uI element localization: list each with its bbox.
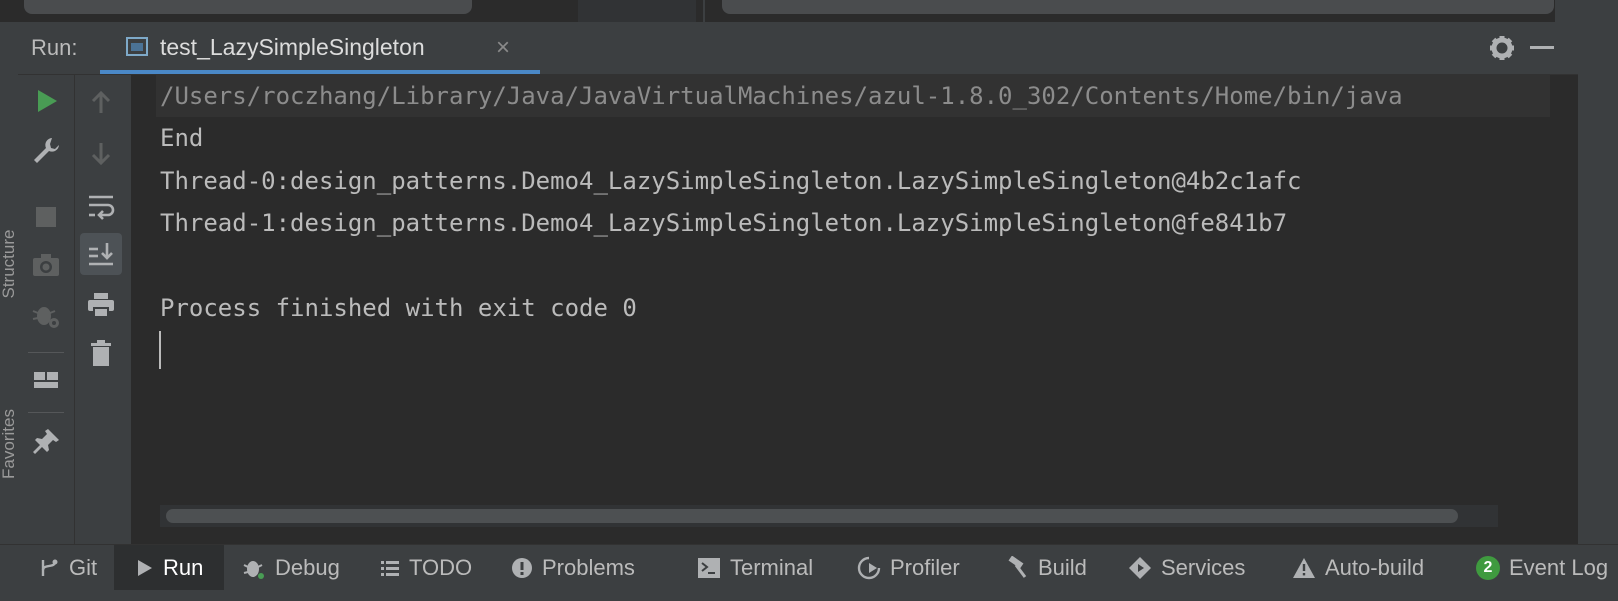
- event-log-badge: 2: [1476, 555, 1500, 580]
- layout-icon[interactable]: [30, 364, 62, 396]
- left-tool-stripe: Structure Favorites: [0, 22, 19, 544]
- pin-icon[interactable]: [30, 426, 62, 458]
- tool-tab-label: Git: [69, 554, 98, 580]
- tab-close-icon[interactable]: ×: [496, 34, 510, 62]
- tool-tab-label: Debug: [275, 554, 340, 580]
- scroll-to-end-icon: [89, 243, 113, 266]
- run-toolbar-secondary: [75, 75, 132, 544]
- arrow-up-icon[interactable]: [85, 87, 117, 119]
- tab-title: test_LazySimpleSingleton: [160, 34, 425, 60]
- gear-icon[interactable]: [1488, 34, 1516, 62]
- tool-tab-label: Terminal: [730, 554, 814, 580]
- console-output[interactable]: /Users/roczhang/Library/Java/JavaVirtual…: [132, 75, 1550, 524]
- wrench-icon[interactable]: [30, 135, 62, 167]
- right-tool-stripe: [1578, 22, 1618, 544]
- terminal-icon: [698, 557, 720, 578]
- tool-tab-label: TODO: [409, 554, 473, 580]
- toolbar-separator: [28, 412, 64, 413]
- console-line: /Users/roczhang/Library/Java/JavaVirtual…: [160, 82, 1403, 110]
- active-tab-indicator: [100, 70, 540, 74]
- tool-tab-auto-build[interactable]: Auto-build: [1292, 545, 1424, 590]
- run-toolbar-primary: [18, 75, 75, 544]
- console-line: Thread-1:design_patterns.Demo4_LazySimpl…: [160, 209, 1288, 237]
- arrow-down-icon[interactable]: [85, 137, 117, 169]
- tab-test-lazy-simple-singleton[interactable]: test_LazySimpleSingleton ×: [100, 22, 540, 74]
- run-panel-header: Run: test_LazySimpleSingleton ×: [18, 22, 1578, 75]
- tool-tab-label: Build: [1038, 554, 1087, 580]
- trash-icon[interactable]: [85, 337, 117, 369]
- play-icon: [138, 559, 152, 576]
- scroll-to-end-toggle[interactable]: [80, 233, 122, 275]
- tool-tab-run[interactable]: Run: [114, 545, 224, 590]
- tool-tab-label: Problems: [542, 554, 635, 580]
- tool-tab-label: Profiler: [890, 554, 960, 580]
- console-line: End: [160, 124, 204, 152]
- editor-bottom-strip: [0, 0, 1618, 22]
- structure-side-tab[interactable]: Structure: [0, 229, 19, 299]
- list-icon: [381, 560, 399, 576]
- tool-tab-git[interactable]: Git: [30, 545, 105, 590]
- hammer-icon: [1008, 555, 1027, 578]
- warning-circle-icon: [512, 557, 532, 578]
- tool-tab-services[interactable]: Services: [1128, 545, 1245, 590]
- editor-split-divider[interactable]: [703, 0, 705, 22]
- editor-horizontal-scrollbar-right[interactable]: [722, 0, 1554, 14]
- print-icon[interactable]: [85, 289, 117, 321]
- services-icon: [1129, 556, 1151, 579]
- console-line: Process finished with exit code 0: [160, 294, 637, 322]
- bug-icon: [243, 560, 264, 579]
- text-caret: [159, 331, 161, 369]
- tool-tab-label: Event Log: [1509, 554, 1609, 580]
- tool-tab-label: Services: [1161, 554, 1246, 580]
- tool-tab-label: Run: [163, 554, 204, 580]
- tool-tab-debug[interactable]: Debug: [242, 545, 340, 590]
- bottom-tool-window-bar: Git Run Debug TODO Problems Terminal Pro…: [0, 544, 1618, 601]
- git-branch-icon: [41, 559, 58, 576]
- editor-horizontal-scrollbar-left[interactable]: [24, 0, 472, 14]
- tool-tab-todo[interactable]: TODO: [380, 545, 472, 590]
- minimize-icon[interactable]: [1530, 46, 1554, 49]
- tool-tab-event-log[interactable]: 2 Event Log: [1476, 545, 1608, 590]
- tool-tab-problems[interactable]: Problems: [511, 545, 635, 590]
- tool-tab-build[interactable]: Build: [1005, 545, 1087, 590]
- bug-settings-icon[interactable]: [30, 299, 62, 331]
- toolbar-separator: [28, 352, 64, 353]
- stop-icon[interactable]: [30, 201, 62, 233]
- right-stripe-top: [1555, 0, 1618, 22]
- soft-wrap-icon[interactable]: [85, 189, 117, 221]
- tool-tab-label: Auto-build: [1325, 554, 1425, 580]
- editor-gutter-strip: [578, 0, 696, 22]
- console-horizontal-scrollbar[interactable]: [160, 505, 1498, 527]
- favorites-side-tab[interactable]: Favorites: [0, 409, 19, 479]
- tool-tab-terminal[interactable]: Terminal: [697, 545, 813, 590]
- console-window-icon: [126, 37, 148, 56]
- scrollbar-thumb[interactable]: [166, 509, 1458, 523]
- status-bar: [0, 590, 1618, 601]
- warning-triangle-icon: [1293, 557, 1315, 578]
- tool-tab-profiler[interactable]: Profiler: [857, 545, 960, 590]
- run-panel-label: Run:: [31, 35, 78, 60]
- profiler-icon: [857, 556, 881, 579]
- rerun-play-icon[interactable]: [30, 85, 62, 117]
- camera-icon[interactable]: [30, 249, 62, 281]
- console-line: Thread-0:design_patterns.Demo4_LazySimpl…: [160, 167, 1302, 195]
